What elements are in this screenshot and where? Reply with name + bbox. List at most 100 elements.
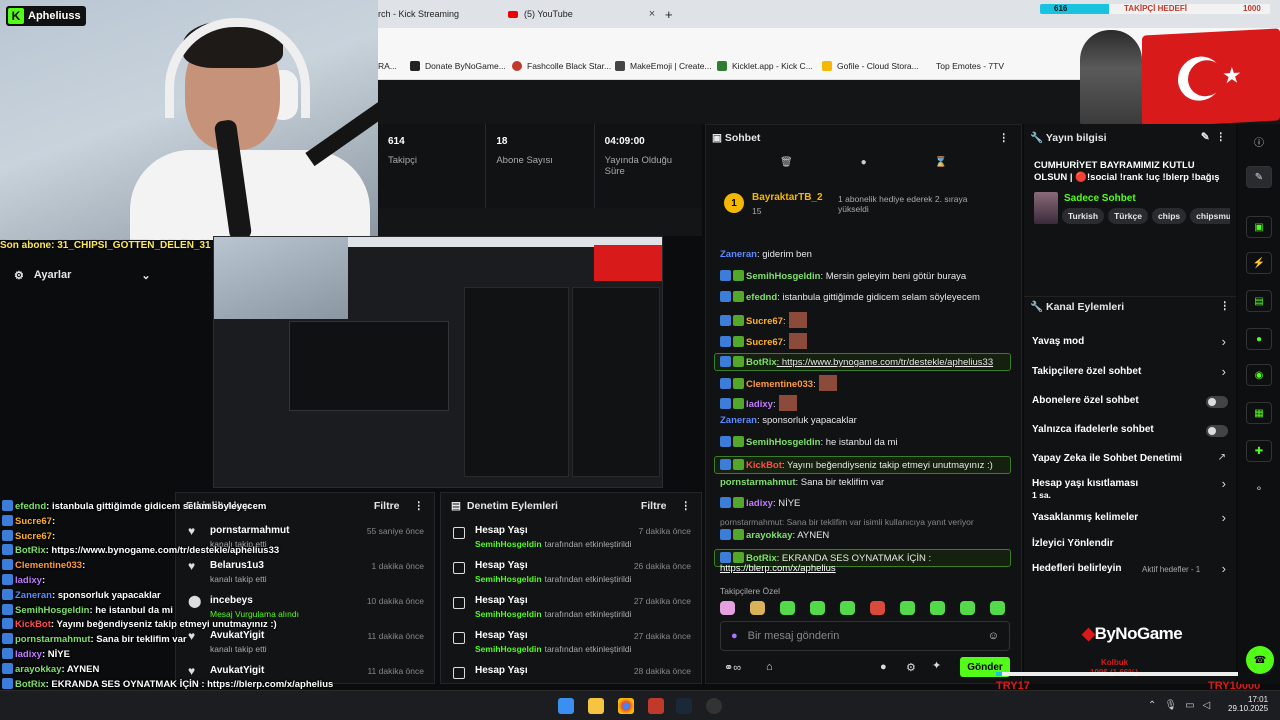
more-icon[interactable]: ⋮ [1216, 131, 1227, 143]
obs-icon[interactable] [706, 698, 722, 714]
speech-bubble-icon[interactable]: ● [861, 157, 867, 168]
chat-username[interactable]: Clementine033 [746, 379, 813, 390]
store-icon[interactable]: ⌂ [766, 661, 773, 673]
chat-username[interactable]: Sucre67 [746, 316, 783, 327]
filter-button[interactable]: Filtre [641, 500, 667, 512]
emote-icon[interactable] [870, 601, 885, 615]
channel-action[interactable]: İzleyici Yönlendir [1024, 536, 1236, 556]
link-icon[interactable]: ⚭∞ [724, 661, 741, 674]
microphone-icon[interactable]: ● [731, 630, 738, 642]
toggle-switch[interactable] [1206, 425, 1228, 437]
crop-icon[interactable]: ▣ [1246, 216, 1272, 238]
chat-username[interactable]: Zaneran [720, 249, 757, 260]
channel-action[interactable]: Yavaş mod › [1024, 334, 1236, 354]
channel-action[interactable]: Yasaklanmış kelimeler › [1024, 510, 1236, 530]
moderation-item[interactable]: Hesap Yaşı 28 dakika önce [441, 659, 701, 694]
apps-icon[interactable]: ⚬ [1246, 478, 1272, 500]
bookmark[interactable]: MakeEmoji | Create... [615, 61, 712, 71]
emote-icon[interactable] [780, 601, 795, 615]
chat-message[interactable]: pornstarmahmut: Sana bir teklifim var [720, 477, 884, 488]
emote-icon[interactable] [720, 601, 735, 615]
info-icon[interactable]: ⓘ [1246, 130, 1272, 152]
emote-icon[interactable] [810, 601, 825, 615]
chat-message[interactable]: Clementine033: [720, 375, 837, 391]
chat-username[interactable]: pornstarmahmut [720, 477, 795, 488]
chat-message[interactable]: Sucre67: [720, 312, 807, 328]
bookmark[interactable]: Fashcolle Black Star... [512, 61, 611, 71]
more-icon[interactable]: ⋮ [414, 500, 425, 512]
chat-username[interactable]: KickBot [746, 460, 782, 471]
tab-youtube[interactable]: (5) YouTube × [508, 4, 655, 24]
chat-username[interactable]: SemihHosgeldin [746, 437, 820, 448]
moderation-item[interactable]: Hesap Yaşı SemihHosgeldin tarafından etkin… [441, 624, 701, 659]
more-icon[interactable]: ⋮ [1220, 300, 1231, 313]
chrome-icon[interactable] [618, 698, 634, 714]
channel-action[interactable]: Hesap yaşı kısıtlaması 1 sa. › [1024, 476, 1236, 500]
emote-icon[interactable] [900, 601, 915, 615]
tag-chip[interactable]: Turkish [1062, 208, 1105, 224]
more-icon[interactable]: ⋮ [999, 132, 1010, 144]
pencil-icon[interactable]: ✎ [1246, 166, 1272, 188]
tray-icons[interactable]: ⌃🎙▭◁ [1148, 700, 1218, 711]
chat-message[interactable]: BotRix: https://www.bynogame.com/tr/dest… [714, 353, 1011, 371]
message-icon[interactable]: ● [1246, 328, 1272, 350]
chat-bubble-icon[interactable]: ● [880, 661, 887, 673]
chat-username[interactable]: Sucre67 [746, 337, 783, 348]
windows-start-icon[interactable] [558, 698, 574, 714]
gear-icon[interactable]: ⚙ [906, 661, 916, 674]
moderation-item[interactable]: Hesap Yaşı SemihHosgeldin tarafından etkin… [441, 589, 701, 624]
chat-message[interactable]: ladixy: [720, 395, 797, 411]
channel-action[interactable]: Abonelere özel sohbet [1024, 393, 1236, 413]
chat-username[interactable]: ladixy [746, 498, 773, 509]
lightning-icon[interactable]: ⚡ [1246, 252, 1272, 274]
emote-icon[interactable] [750, 601, 765, 615]
support-icon[interactable]: ☎ [1246, 646, 1274, 674]
chat-message[interactable]: efednd: istanbula gittiğimde gidicem sel… [720, 291, 980, 303]
close-icon[interactable]: × [649, 8, 655, 20]
more-icon[interactable]: ⋮ [681, 500, 692, 512]
app-icon[interactable] [648, 698, 664, 714]
chat-message[interactable]: SemihHosgeldin: Mersin geleyim beni götü… [720, 270, 966, 282]
steam-icon[interactable] [676, 698, 692, 714]
wrench-icon[interactable]: ✚ [1246, 440, 1272, 462]
channel-action[interactable]: Hedefleri belirleyin Aktif hedefler - 1 › [1024, 561, 1236, 581]
chat-message[interactable]: ladixy: NİYE [720, 497, 800, 509]
chat-message[interactable]: arayokkay: AYNEN [720, 529, 829, 541]
category-link[interactable]: Sadece Sohbet [1064, 193, 1136, 204]
moderation-item[interactable]: Hesap Yaşı SemihHosgeldin tarafından etkin… [441, 554, 701, 589]
tag-chip[interactable]: Türkçe [1108, 208, 1148, 224]
channel-action[interactable]: Takipçilere özel sohbet › [1024, 364, 1236, 384]
badge-icon[interactable]: ✦ [932, 659, 941, 672]
bookmark[interactable]: Top Emotes - 7TV [936, 61, 1004, 71]
toggle-switch[interactable] [1206, 396, 1228, 408]
layout-icon[interactable]: ▦ [1246, 402, 1272, 424]
folder-icon[interactable] [588, 698, 604, 714]
emoji-icon[interactable]: ☺ [988, 630, 999, 642]
chat-message[interactable]: Zaneran: giderim ben [720, 249, 812, 260]
chat-input[interactable]: ● Bir mesaj gönderin ☺ [720, 621, 1010, 651]
chat-username[interactable]: SemihHosgeldin [746, 271, 820, 282]
clock[interactable]: 17:01 29.10.2025 [1228, 695, 1268, 713]
emote-icon[interactable] [930, 601, 945, 615]
tab-kick[interactable]: rch - Kick Streaming× [378, 4, 517, 24]
bookmark[interactable]: Gofile - Cloud Stora... [822, 61, 919, 71]
channel-action[interactable]: Yalnızca ifadelerle sohbet [1024, 422, 1236, 442]
bookmark[interactable]: Kicklet.app - Kick C... [717, 61, 813, 71]
blerp-link[interactable]: https://blerp.com/x/aphelius [720, 563, 836, 574]
stream-preview[interactable] [213, 236, 663, 488]
chat-username[interactable]: efednd [746, 292, 777, 303]
chat-message[interactable]: Sucre67: [720, 333, 807, 349]
emote-icon[interactable] [990, 601, 1005, 615]
trash-icon[interactable]: 🗑 [780, 157, 793, 168]
tag-chip[interactable]: chips [1151, 208, 1187, 224]
broadcast-icon[interactable]: ◉ [1246, 364, 1272, 386]
moderation-item[interactable]: Hesap Yaşı SemihHosgeldin tarafından etkin… [441, 519, 701, 554]
chat-username[interactable]: arayokkay [746, 530, 792, 541]
chat-username[interactable]: ladixy [746, 399, 773, 410]
chat-message[interactable]: Zaneran: sponsorluk yapacaklar [720, 415, 857, 426]
bookmark[interactable]: RA... [378, 61, 397, 71]
channel-action[interactable]: Yapay Zeka ile Sohbet Denetimi ↗ [1024, 451, 1236, 471]
chat-username[interactable]: Zaneran [720, 415, 757, 426]
document-icon[interactable]: ▤ [1246, 290, 1272, 312]
emote-icon[interactable] [960, 601, 975, 615]
